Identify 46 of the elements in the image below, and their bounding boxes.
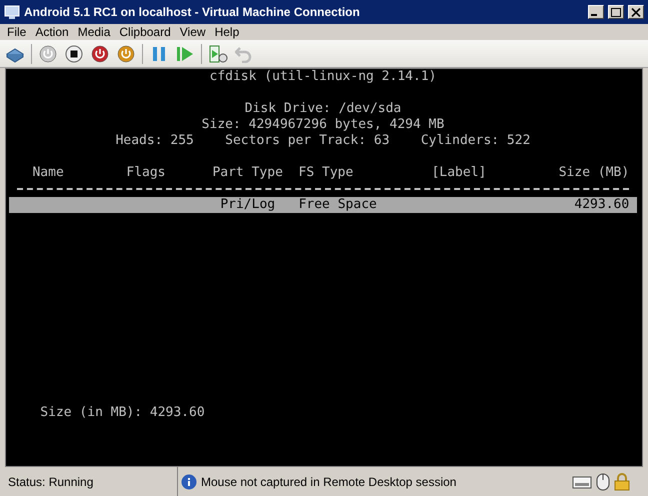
minimize-button[interactable] bbox=[588, 5, 604, 19]
status-text: Status: Running bbox=[8, 474, 94, 490]
maximize-button[interactable] bbox=[608, 5, 624, 19]
power-icon bbox=[39, 44, 57, 62]
disk-info-line: Disk Drive: /dev/sda bbox=[244, 101, 402, 117]
stop-icon bbox=[65, 44, 83, 62]
column-header: Size (MB) bbox=[558, 165, 630, 180]
table-cell: 4293.60 bbox=[574, 197, 630, 213]
power-icon bbox=[91, 44, 109, 62]
lock-icon bbox=[614, 472, 630, 490]
column-header: FS Type bbox=[298, 165, 354, 180]
menu-item[interactable]: View bbox=[176, 23, 210, 41]
menu-item[interactable]: Media bbox=[74, 23, 114, 41]
column-header: [Label] bbox=[432, 165, 486, 180]
power-icon bbox=[117, 44, 135, 62]
snapshot-icon bbox=[208, 44, 228, 62]
column-header: Name bbox=[32, 165, 64, 180]
toolbar-button[interactable] bbox=[208, 42, 228, 64]
geometry-info: Sectors per Track: 63 bbox=[225, 133, 390, 149]
monitor-icon bbox=[4, 4, 20, 20]
undo-icon bbox=[235, 44, 253, 62]
menu-item[interactable]: File bbox=[3, 23, 30, 41]
table-cell: Free Space bbox=[298, 197, 377, 213]
play-icon bbox=[176, 44, 194, 62]
menu-item[interactable]: Help bbox=[210, 23, 244, 41]
window-title: Android 5.1 RC1 on localhost - Virtual Machine Connection bbox=[24, 4, 361, 21]
close-button[interactable] bbox=[628, 5, 644, 19]
menu-item[interactable]: Action bbox=[31, 23, 73, 41]
column-header: Part Type bbox=[212, 165, 283, 180]
toolbar-button[interactable] bbox=[64, 42, 84, 64]
info-icon bbox=[181, 474, 197, 490]
partition-row[interactable]: Pri/Log Free Space 4293.60 bbox=[9, 197, 637, 213]
menu-item[interactable]: Clipboard bbox=[115, 23, 175, 41]
table-cell-text: Pri/Log bbox=[220, 197, 276, 213]
geometry-info: Heads: 255 bbox=[116, 133, 194, 149]
status-message: Mouse not captured in Remote Desktop session bbox=[201, 474, 458, 490]
geometry-info: Cylinders: 522 bbox=[420, 133, 530, 149]
pause-icon bbox=[151, 44, 167, 62]
toolbar-button[interactable] bbox=[90, 42, 110, 64]
disk-info-line: Size: 4294967296 bytes, 4294 MB bbox=[202, 117, 444, 133]
maximize-icon bbox=[611, 8, 621, 16]
close-icon bbox=[631, 8, 641, 16]
column-header: Flags bbox=[126, 165, 166, 180]
program-title: cfdisk (util-linux-ng 2.14.1) bbox=[210, 69, 436, 85]
size-prompt: Size (in MB): 4293.60 bbox=[40, 405, 205, 420]
mouse-icon bbox=[596, 472, 610, 490]
